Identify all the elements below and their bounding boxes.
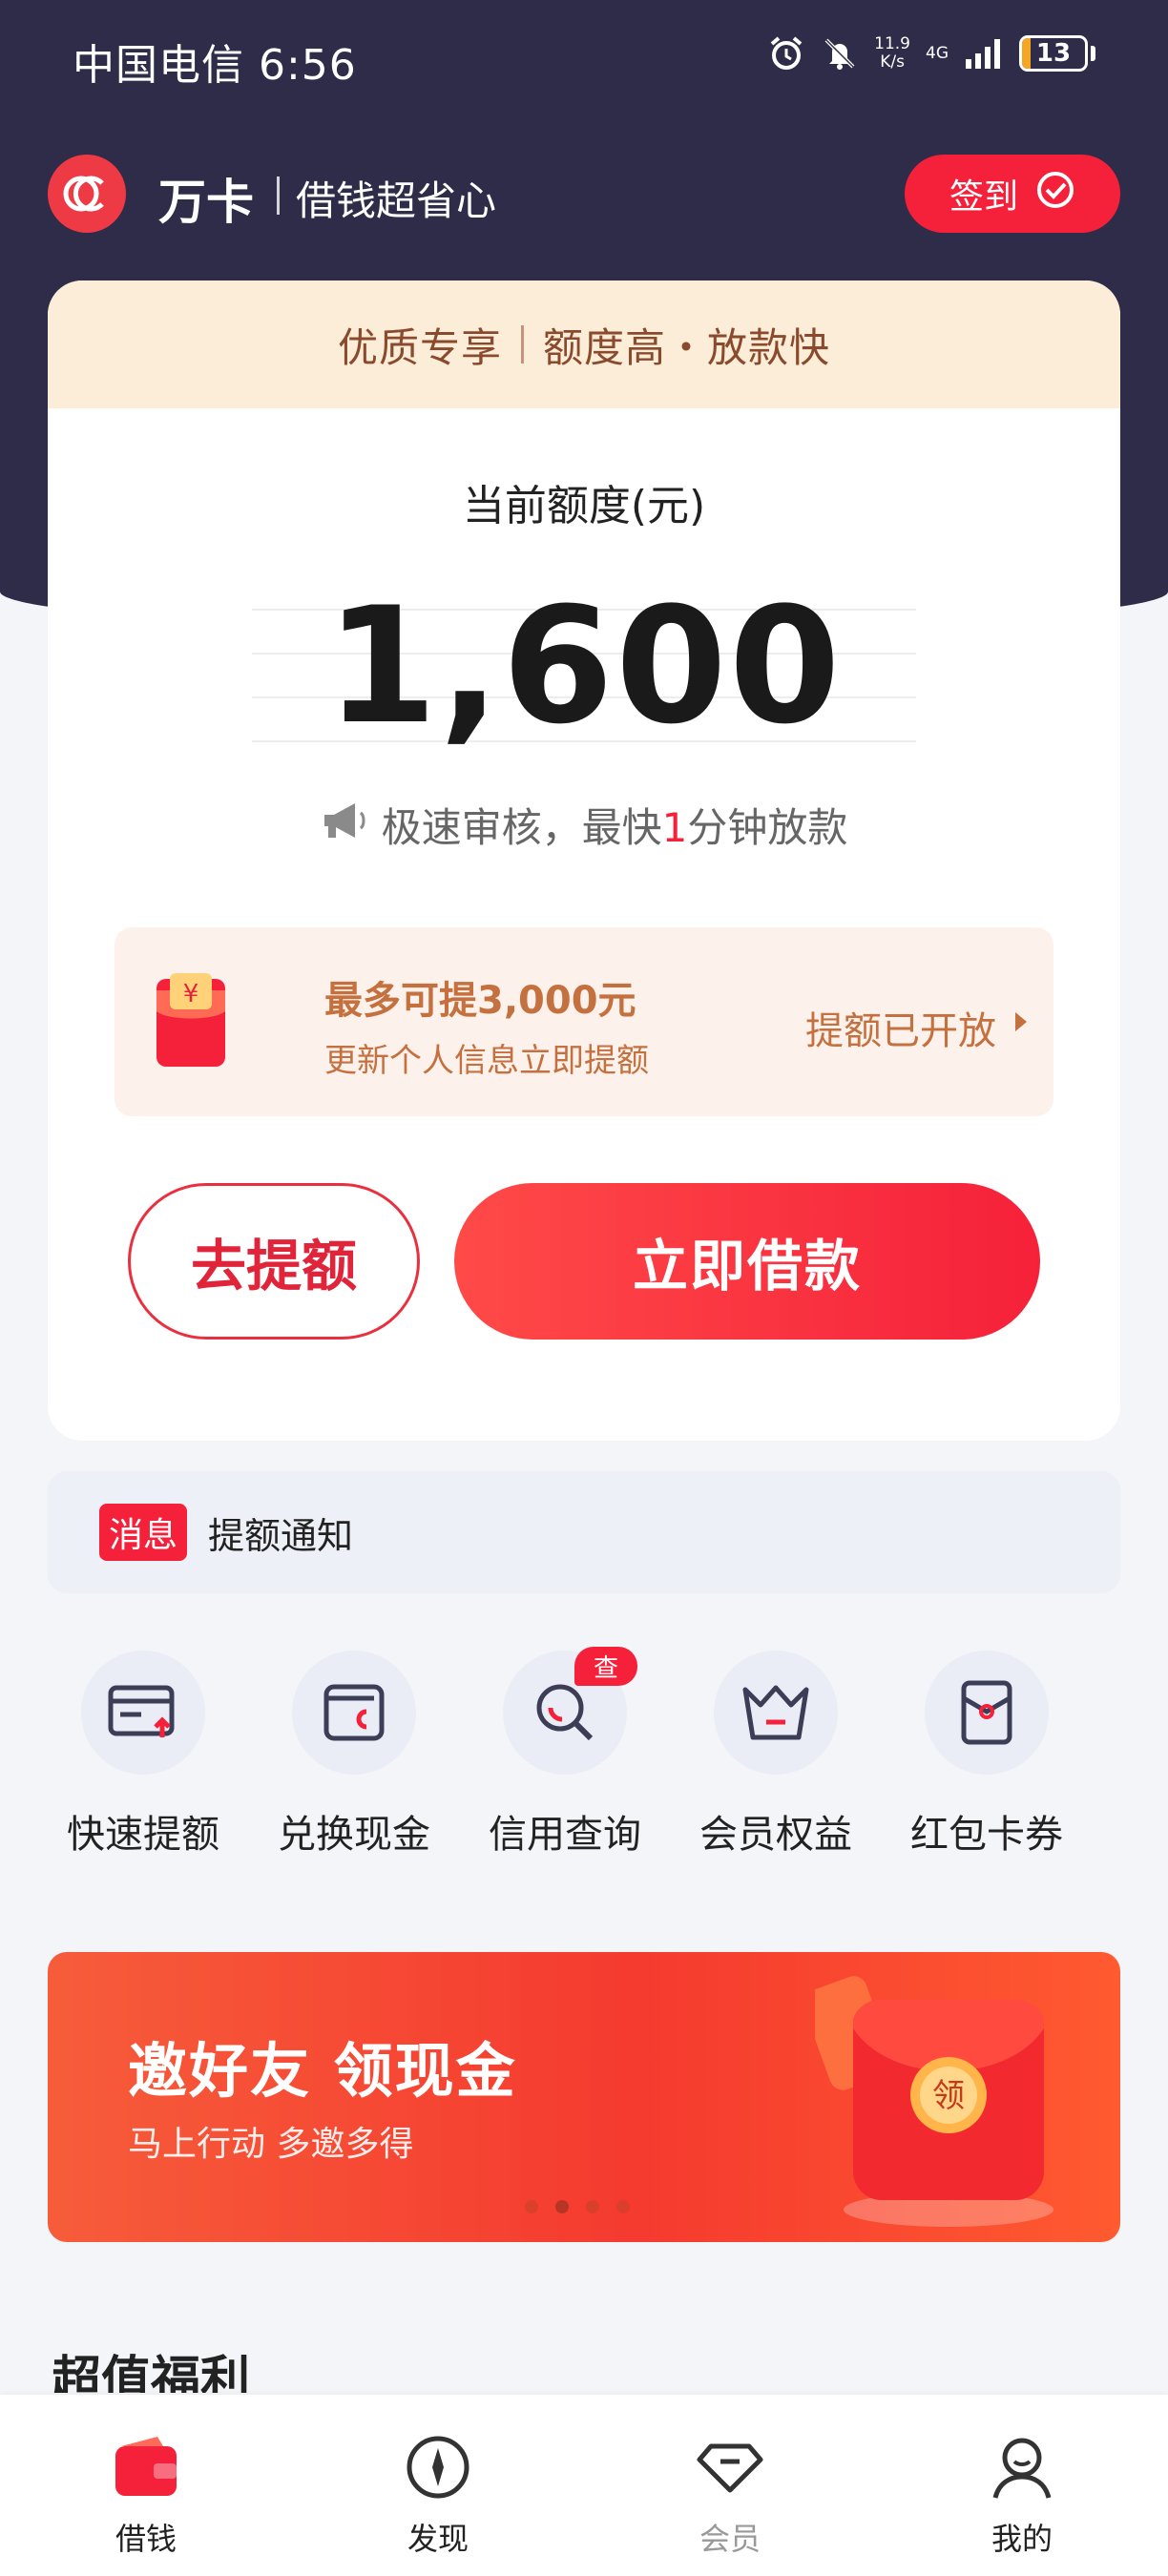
app-header: 万卡 借钱超省心 签到 <box>0 143 1168 248</box>
red-envelope-icon <box>925 1651 1049 1775</box>
app-screen: 中国电信 6:56 11.9 K/s 4G 13 万卡 借钱超省心 签到 优质专… <box>0 0 1168 2576</box>
banner-left-text: 优质专享 <box>337 323 502 371</box>
speed-notice: 极速审核，最快1分钟放款 <box>48 796 1120 854</box>
network-speed: 11.9 K/s <box>874 34 910 72</box>
battery-cap <box>1091 46 1095 61</box>
bottom-nav: 借钱 发现 会员 我的 <box>0 2395 1168 2576</box>
diamond-icon <box>696 2433 764 2505</box>
brand-name: 万卡 <box>158 175 254 230</box>
network-type: 4G <box>926 43 949 63</box>
notice-prefix: 极速审核，最快 <box>381 804 662 851</box>
quick-label: 兑换现金 <box>278 1813 430 1857</box>
quick-label: 快速提额 <box>67 1813 219 1857</box>
status-icons: 11.9 K/s 4G 13 <box>767 34 1095 73</box>
brand-logo-icon <box>48 155 126 233</box>
nav-item-mine[interactable]: 我的 <box>876 2395 1168 2576</box>
checkin-label: 签到 <box>949 177 1018 217</box>
user-icon <box>988 2433 1056 2505</box>
quick-label: 红包卡券 <box>910 1813 1063 1857</box>
brand-divider <box>277 177 280 215</box>
message-bar[interactable]: 消息 提额通知 <box>48 1471 1120 1593</box>
nav-label: 借钱 <box>115 2521 177 2557</box>
promo-title: 邀好友 领现金 <box>128 2036 517 2106</box>
nav-label: 发现 <box>407 2521 469 2557</box>
promo-subtitle: 马上行动 多邀多得 <box>128 2125 414 2164</box>
card-banner: 优质专享 额度高・放款快 <box>48 280 1120 408</box>
raise-limit-button[interactable]: 去提额 <box>128 1183 420 1340</box>
carousel-dot[interactable] <box>586 2200 599 2213</box>
alarm-icon <box>767 34 805 73</box>
megaphone-icon <box>321 800 370 851</box>
battery-level <box>1022 38 1031 69</box>
nav-label: 会员 <box>699 2521 761 2557</box>
message-text: 提额通知 <box>208 1514 354 1557</box>
notice-suffix: 分钟放款 <box>687 804 848 851</box>
quick-item-red-envelope[interactable]: 红包卡券 <box>882 1651 1092 1870</box>
status-bar: 中国电信 6:56 11.9 K/s 4G 13 <box>0 0 1168 114</box>
nav-label: 我的 <box>991 2521 1053 2557</box>
chevron-right-icon <box>1012 1009 1031 1034</box>
nav-item-borrow[interactable]: 借钱 <box>0 2395 292 2576</box>
carrier-time: 中国电信 6:56 <box>73 41 357 90</box>
red-envelope-icon: ¥ <box>153 973 229 1074</box>
section-title: 超值福利 <box>52 2352 251 2393</box>
nav-item-member[interactable]: 会员 <box>584 2395 876 2576</box>
mute-icon <box>821 34 859 73</box>
signal-icon <box>964 36 1004 71</box>
raise-status: 提额已开放 <box>805 1009 996 1053</box>
quick-item-fast-raise[interactable]: 快速提额 <box>38 1651 248 1870</box>
carousel-indicator <box>525 2200 630 2213</box>
notice-highlight: 1 <box>661 804 688 851</box>
quick-item-exchange-cash[interactable]: 兑换现金 <box>249 1651 459 1870</box>
nav-item-discover[interactable]: 发现 <box>292 2395 584 2576</box>
limit-amount: 1,600 <box>325 572 843 759</box>
banner-right-text: 额度高・放款快 <box>543 323 831 371</box>
borrow-now-button[interactable]: 立即借款 <box>454 1183 1040 1340</box>
invite-promo-banner[interactable]: 邀好友 领现金 马上行动 多邀多得 领 <box>48 1952 1120 2242</box>
compass-icon <box>404 2433 472 2505</box>
query-badge: 查 <box>574 1647 638 1686</box>
message-badge: 消息 <box>99 1504 188 1561</box>
svg-text:¥: ¥ <box>183 980 199 1008</box>
quick-label: 信用查询 <box>489 1813 641 1857</box>
battery-icon: 13 <box>1019 35 1088 72</box>
carousel-dot-active[interactable] <box>555 2200 569 2213</box>
raise-subtitle: 更新个人信息立即提额 <box>324 1042 649 1080</box>
banner-divider <box>521 325 524 364</box>
wallet-icon <box>112 2433 180 2505</box>
quick-item-member-benefits[interactable]: 会员权益 <box>671 1651 881 1870</box>
card-up-icon <box>81 1651 205 1775</box>
crown-icon <box>714 1651 838 1775</box>
promo-art-text: 领 <box>932 2077 965 2115</box>
battery-percent: 13 <box>1035 39 1072 68</box>
carousel-dot[interactable] <box>616 2200 630 2213</box>
quick-item-credit-query[interactable]: 查 信用查询 <box>460 1647 670 1870</box>
raise-limit-panel[interactable]: ¥ 最多可提3,000元 更新个人信息立即提额 提额已开放 <box>115 927 1053 1116</box>
brand-slogan: 借钱超省心 <box>296 177 497 224</box>
credit-limit-card: 优质专享 额度高・放款快 当前额度(元) 1,600 极速审核，最快1分钟放款 … <box>48 280 1120 1441</box>
limit-label: 当前额度(元) <box>462 482 706 530</box>
quick-label: 会员权益 <box>699 1813 852 1857</box>
wallet-icon <box>292 1651 416 1775</box>
checkin-button[interactable]: 签到 <box>905 155 1120 233</box>
check-circle-icon <box>1035 170 1075 218</box>
quick-menu: 快速提额 兑换现金 查 信用查询 会员权益 红包卡券 <box>38 1647 1130 1870</box>
carousel-dot[interactable] <box>525 2200 538 2213</box>
raise-title: 最多可提3,000元 <box>324 979 636 1023</box>
red-envelope-icon: 领 <box>803 1971 1063 2238</box>
